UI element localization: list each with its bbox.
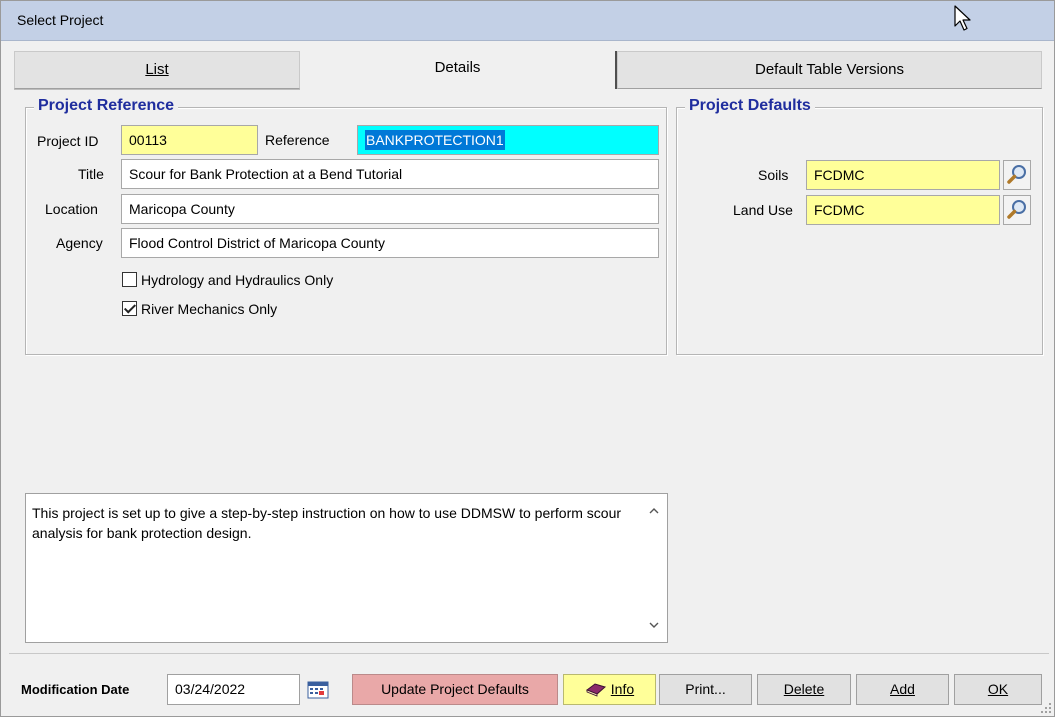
- tab-details[interactable]: Details: [300, 51, 617, 89]
- window-title: Select Project: [17, 12, 104, 28]
- ok-button[interactable]: OK: [954, 674, 1042, 705]
- land-use-field[interactable]: FCDMC: [806, 195, 1000, 225]
- agency-value: Flood Control District of Maricopa Count…: [129, 235, 385, 251]
- reference-field[interactable]: BANKPROTECTION1: [357, 125, 659, 155]
- project-defaults-group: Project Defaults: [676, 97, 1043, 355]
- soils-lookup-button[interactable]: [1003, 160, 1031, 190]
- ok-label: OK: [987, 681, 1009, 697]
- tab-list-label: List: [145, 61, 169, 78]
- title-label: Title: [78, 166, 104, 182]
- hydrology-only-label: Hydrology and Hydraulics Only: [141, 272, 334, 288]
- land-use-lookup-button[interactable]: [1003, 195, 1031, 225]
- info-book-icon: [585, 683, 606, 697]
- scroll-down-icon[interactable]: [649, 620, 659, 630]
- delete-label: Delete: [783, 681, 825, 697]
- resize-grip-icon[interactable]: [1040, 702, 1052, 714]
- add-label: Add: [890, 681, 915, 697]
- soils-field[interactable]: FCDMC: [806, 160, 1000, 190]
- river-mechanics-only-checkbox[interactable]: [122, 301, 137, 316]
- info-label: Info: [610, 681, 635, 697]
- soils-label: Soils: [758, 167, 789, 183]
- tab-details-label: Details: [434, 59, 481, 76]
- project-reference-legend: Project Reference: [34, 97, 179, 115]
- location-value: Maricopa County: [129, 201, 235, 217]
- magnifier-icon: [1007, 200, 1026, 219]
- title-field[interactable]: Scour for Bank Protection at a Bend Tuto…: [121, 159, 659, 189]
- info-button[interactable]: Info: [563, 674, 656, 705]
- project-notes-textarea[interactable]: This project is set up to give a step-by…: [25, 493, 668, 643]
- tab-list[interactable]: List: [14, 51, 300, 89]
- soils-value: FCDMC: [814, 167, 865, 183]
- modification-date-label: Modification Date: [21, 682, 130, 697]
- reference-value: BANKPROTECTION1: [365, 130, 505, 150]
- magnifier-icon: [1007, 165, 1026, 184]
- project-id-value: 00113: [129, 132, 167, 148]
- project-defaults-legend: Project Defaults: [685, 97, 815, 115]
- tab-default-table-versions-label: Default Table Versions: [755, 61, 904, 78]
- location-field[interactable]: Maricopa County: [121, 194, 659, 224]
- tab-default-table-versions[interactable]: Default Table Versions: [617, 51, 1042, 89]
- project-notes-text: This project is set up to give a step-by…: [32, 505, 622, 541]
- modification-date-value: 03/24/2022: [175, 681, 246, 697]
- tab-divider: [14, 89, 300, 90]
- select-project-window: Select Project List Details Default Tabl…: [0, 0, 1055, 717]
- agency-label: Agency: [56, 235, 103, 251]
- project-id-label: Project ID: [37, 133, 99, 149]
- hydrology-only-checkbox[interactable]: [122, 272, 137, 287]
- location-label: Location: [45, 201, 98, 217]
- update-project-defaults-button[interactable]: Update Project Defaults: [352, 674, 558, 705]
- river-mechanics-only-checkbox-row[interactable]: River Mechanics Only: [122, 301, 277, 317]
- land-use-value: FCDMC: [814, 202, 865, 218]
- footer-separator: [9, 653, 1049, 654]
- hydrology-only-checkbox-row[interactable]: Hydrology and Hydraulics Only: [122, 272, 333, 288]
- title-bar[interactable]: Select Project: [1, 1, 1054, 41]
- mouse-cursor-icon: [954, 5, 971, 31]
- add-button[interactable]: Add: [856, 674, 949, 705]
- agency-field[interactable]: Flood Control District of Maricopa Count…: [121, 228, 659, 258]
- print-label: Print...: [685, 681, 726, 697]
- title-value: Scour for Bank Protection at a Bend Tuto…: [129, 166, 403, 182]
- update-project-defaults-label: Update Project Defaults: [381, 681, 529, 697]
- land-use-label: Land Use: [733, 202, 793, 218]
- print-button[interactable]: Print...: [659, 674, 752, 705]
- river-mechanics-only-label: River Mechanics Only: [141, 301, 278, 317]
- scroll-up-icon[interactable]: [649, 506, 659, 516]
- calendar-icon[interactable]: [307, 681, 329, 699]
- modification-date-field[interactable]: 03/24/2022: [167, 674, 300, 705]
- project-id-field[interactable]: 00113: [121, 125, 258, 155]
- delete-button[interactable]: Delete: [757, 674, 851, 705]
- reference-label: Reference: [265, 132, 330, 148]
